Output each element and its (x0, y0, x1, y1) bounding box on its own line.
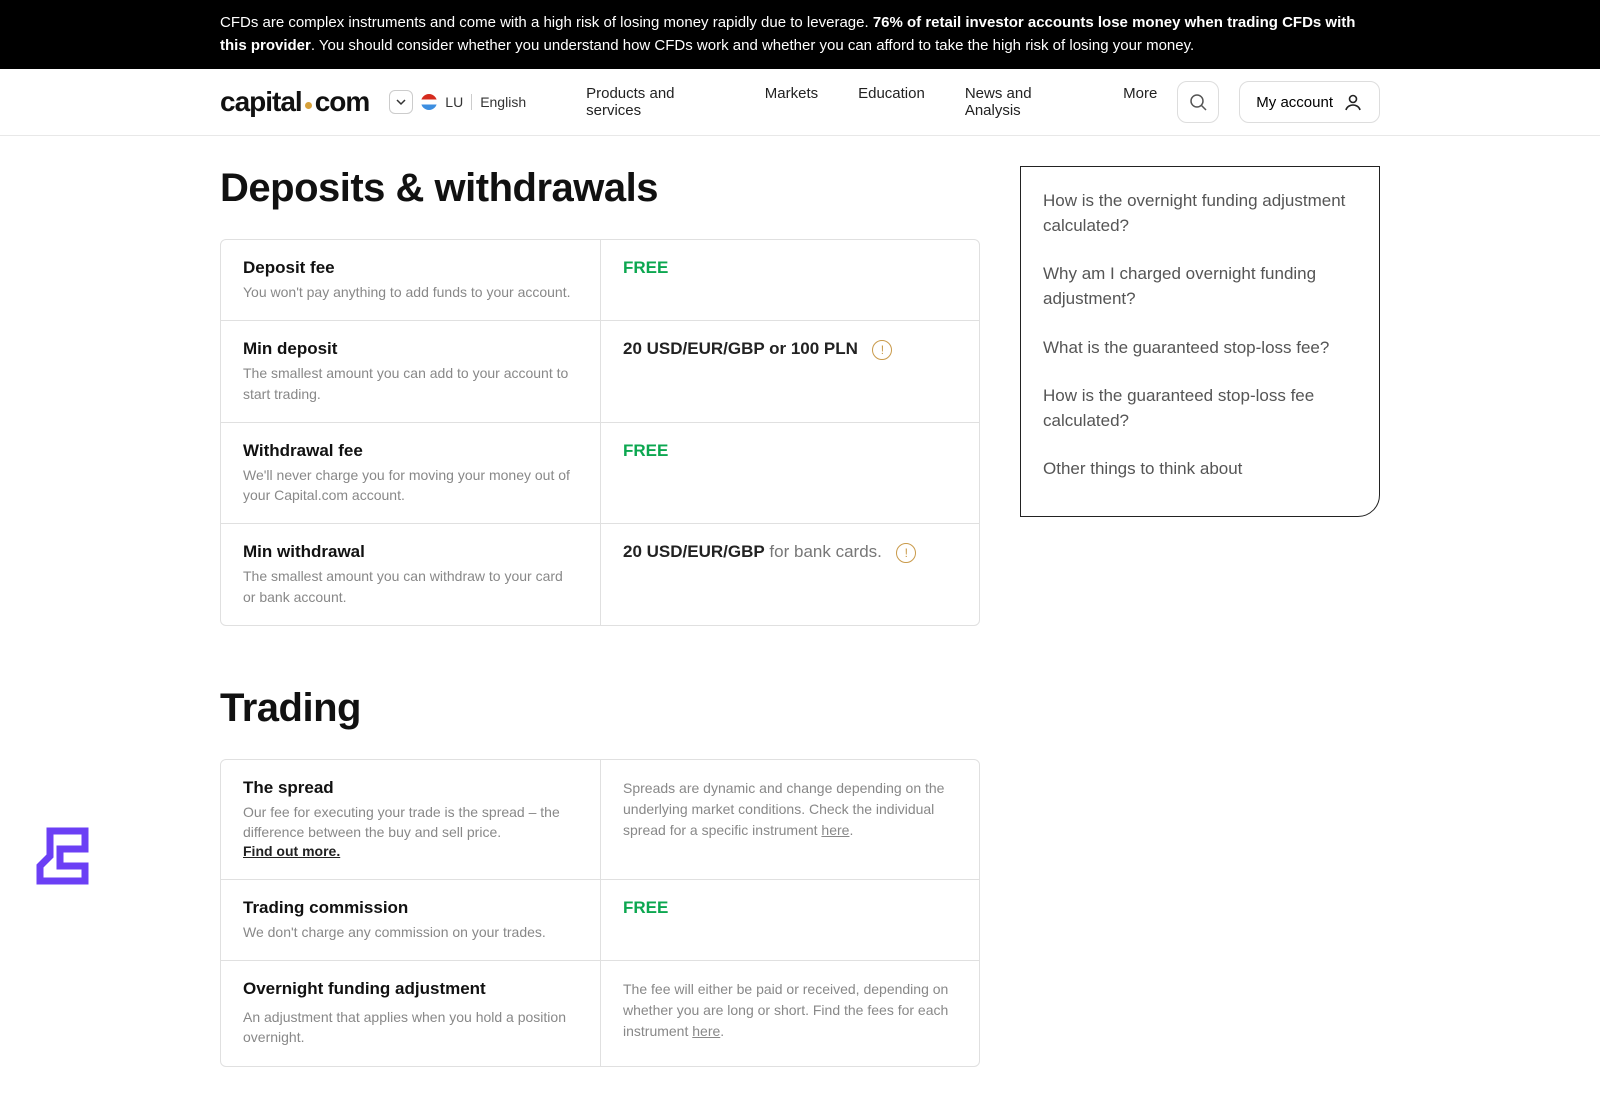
row-value: FREE (623, 441, 668, 460)
row-desc: We'll never charge you for moving your m… (243, 465, 578, 506)
header: capitalcom LU English Products and servi… (0, 69, 1600, 136)
table-row: Min deposit The smallest amount you can … (221, 320, 979, 422)
table-row: Trading commission We don't charge any c… (221, 879, 979, 960)
row-label: Overnight funding adjustment (243, 979, 578, 999)
row-value-desc-pre: Spreads are dynamic and change depending… (623, 780, 944, 838)
main-nav: Products and services Markets Education … (586, 85, 1157, 119)
country-code: LU (445, 94, 463, 110)
sidebar-item[interactable]: Other things to think about (1043, 445, 1357, 494)
floating-widget[interactable] (30, 821, 100, 896)
row-suffix: for bank cards. (765, 542, 882, 561)
language-label: English (480, 94, 526, 110)
row-desc: We don't charge any commission on your t… (243, 922, 578, 942)
table-row: Min withdrawal The smallest amount you c… (221, 523, 979, 625)
row-label: The spread (243, 778, 578, 798)
sidebar-item[interactable]: Why am I charged overnight funding adjus… (1043, 250, 1357, 323)
chevron-down-icon (389, 90, 413, 114)
row-value: FREE (623, 898, 668, 917)
nav-more[interactable]: More (1123, 85, 1157, 119)
risk-text-2: . You should consider whether you unders… (311, 37, 1194, 54)
nav-news[interactable]: News and Analysis (965, 85, 1083, 119)
row-desc: You won't pay anything to add funds to y… (243, 282, 578, 302)
row-label: Deposit fee (243, 258, 578, 278)
trading-heading: Trading (220, 686, 980, 731)
sidebar: How is the overnight funding adjustment … (1020, 166, 1380, 517)
row-value: 20 USD/EUR/GBP (623, 542, 765, 561)
my-account-button[interactable]: My account (1239, 81, 1380, 123)
table-row: Overnight funding adjustment An adjustme… (221, 960, 979, 1066)
logo[interactable]: capitalcom (220, 86, 369, 118)
locale-selector[interactable]: LU English (389, 90, 526, 114)
logo-dot-icon (305, 102, 312, 109)
row-value: FREE (623, 258, 668, 277)
row-desc: The smallest amount you can withdraw to … (243, 566, 578, 607)
row-desc: The smallest amount you can add to your … (243, 363, 578, 404)
toc-card: How is the overnight funding adjustment … (1020, 166, 1380, 517)
row-label: Withdrawal fee (243, 441, 578, 461)
trading-table: The spread Our fee for executing your tr… (220, 759, 980, 1066)
info-icon[interactable]: ! (896, 543, 916, 563)
here-link[interactable]: here (821, 822, 849, 838)
risk-text-1: CFDs are complex instruments and come wi… (220, 14, 873, 31)
table-row: Deposit fee You won't pay anything to ad… (221, 240, 979, 320)
flag-icon (421, 94, 437, 110)
row-desc: An adjustment that applies when you hold… (243, 1007, 578, 1048)
search-button[interactable] (1177, 81, 1219, 123)
find-out-more-link[interactable]: Find out more. (243, 843, 340, 859)
row-label: Min withdrawal (243, 542, 578, 562)
nav-products[interactable]: Products and services (586, 85, 725, 119)
nav-education[interactable]: Education (858, 85, 925, 119)
row-value-desc-post: . (849, 822, 853, 838)
nav-markets[interactable]: Markets (765, 85, 818, 119)
row-desc: Our fee for executing your trade is the … (243, 802, 578, 843)
row-value-desc-pre: The fee will either be paid or received,… (623, 981, 948, 1039)
row-value: 20 USD/EUR/GBP or 100 PLN (623, 339, 858, 358)
here-link[interactable]: here (692, 1023, 720, 1039)
sidebar-item[interactable]: What is the guaranteed stop-loss fee? (1043, 324, 1357, 373)
widget-icon (30, 821, 100, 891)
info-icon[interactable]: ! (872, 340, 892, 360)
deposits-table: Deposit fee You won't pay anything to ad… (220, 239, 980, 626)
user-icon (1343, 92, 1363, 112)
row-label: Trading commission (243, 898, 578, 918)
table-row: Withdrawal fee We'll never charge you fo… (221, 422, 979, 524)
sidebar-item[interactable]: How is the overnight funding adjustment … (1043, 177, 1357, 250)
risk-warning-banner: CFDs are complex instruments and come wi… (0, 0, 1600, 69)
deposits-heading: Deposits & withdrawals (220, 166, 980, 211)
row-label: Min deposit (243, 339, 578, 359)
table-row: The spread Our fee for executing your tr… (221, 760, 979, 879)
sidebar-item[interactable]: How is the guaranteed stop-loss fee calc… (1043, 372, 1357, 445)
search-icon (1189, 93, 1207, 111)
main-content: Deposits & withdrawals Deposit fee You w… (220, 166, 980, 1067)
row-value-desc-post: . (720, 1023, 724, 1039)
